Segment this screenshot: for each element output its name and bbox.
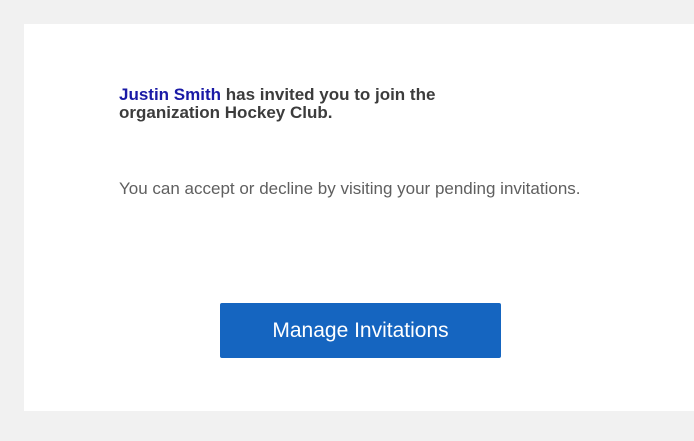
invitation-message: Justin Smith has invited you to join the… [119,86,549,122]
invitation-text: has invited you to join the [221,85,436,104]
manage-invitations-button[interactable]: Manage Invitations [220,303,501,358]
info-message: You can accept or decline by visiting yo… [119,179,581,198]
email-card: Justin Smith has invited you to join the… [24,24,694,411]
email-viewport: Justin Smith has invited you to join the… [0,0,694,441]
inviter-name: Justin Smith [119,85,222,104]
organization-text: organization Hockey Club. [119,103,333,122]
